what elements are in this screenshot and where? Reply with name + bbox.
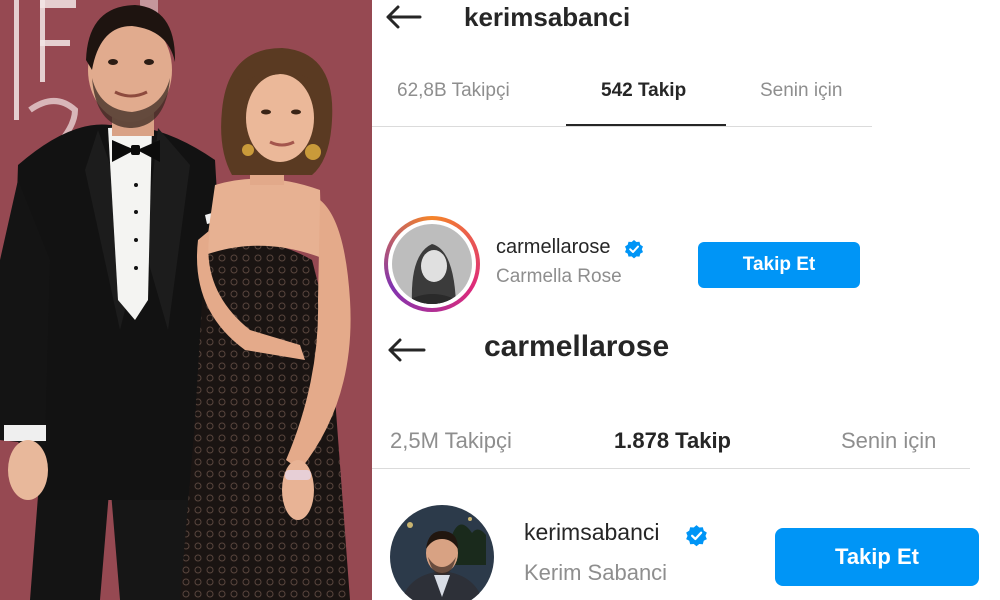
profile-username-title: kerimsabanci [464,2,631,32]
follow-button[interactable]: Takip Et [775,528,979,586]
couple-photo-illustration [0,0,372,600]
back-arrow-icon[interactable] [386,337,426,363]
tab-following[interactable]: 1.878 Takip [614,428,731,454]
tab-following[interactable]: 542 Takip [601,80,686,102]
follow-button[interactable]: Takip Et [698,242,860,288]
tab-divider [372,468,970,469]
tab-divider [372,126,872,127]
account-username[interactable]: kerimsabanci [524,519,660,546]
profile-username-title: carmellarose [484,330,670,363]
tab-followers[interactable]: 62,8B Takipçi [397,80,510,102]
profile-following-panel-bottom: carmellarose 2,5M Takipçi 1.878 Takip Se… [372,325,1000,600]
avatar [392,224,472,304]
back-arrow-icon[interactable] [384,4,422,30]
tab-for-you[interactable]: Senin için [760,80,842,102]
tab-followers[interactable]: 2,5M Takipçi [390,428,512,454]
tab-for-you[interactable]: Senin için [841,428,936,454]
account-full-name: Carmella Rose [496,266,622,287]
verified-badge-icon [686,525,707,547]
verified-badge-icon [625,240,643,259]
profile-following-panel-top: kerimsabanci 62,8B Takipçi 542 Takip Sen… [372,0,1000,325]
avatar-story-ring[interactable] [384,216,480,312]
tab-active-underline [566,124,726,126]
couple-photo [0,0,372,600]
account-full-name: Kerim Sabanci [524,560,668,585]
account-username[interactable]: carmellarose [496,236,610,259]
avatar[interactable] [390,505,494,600]
